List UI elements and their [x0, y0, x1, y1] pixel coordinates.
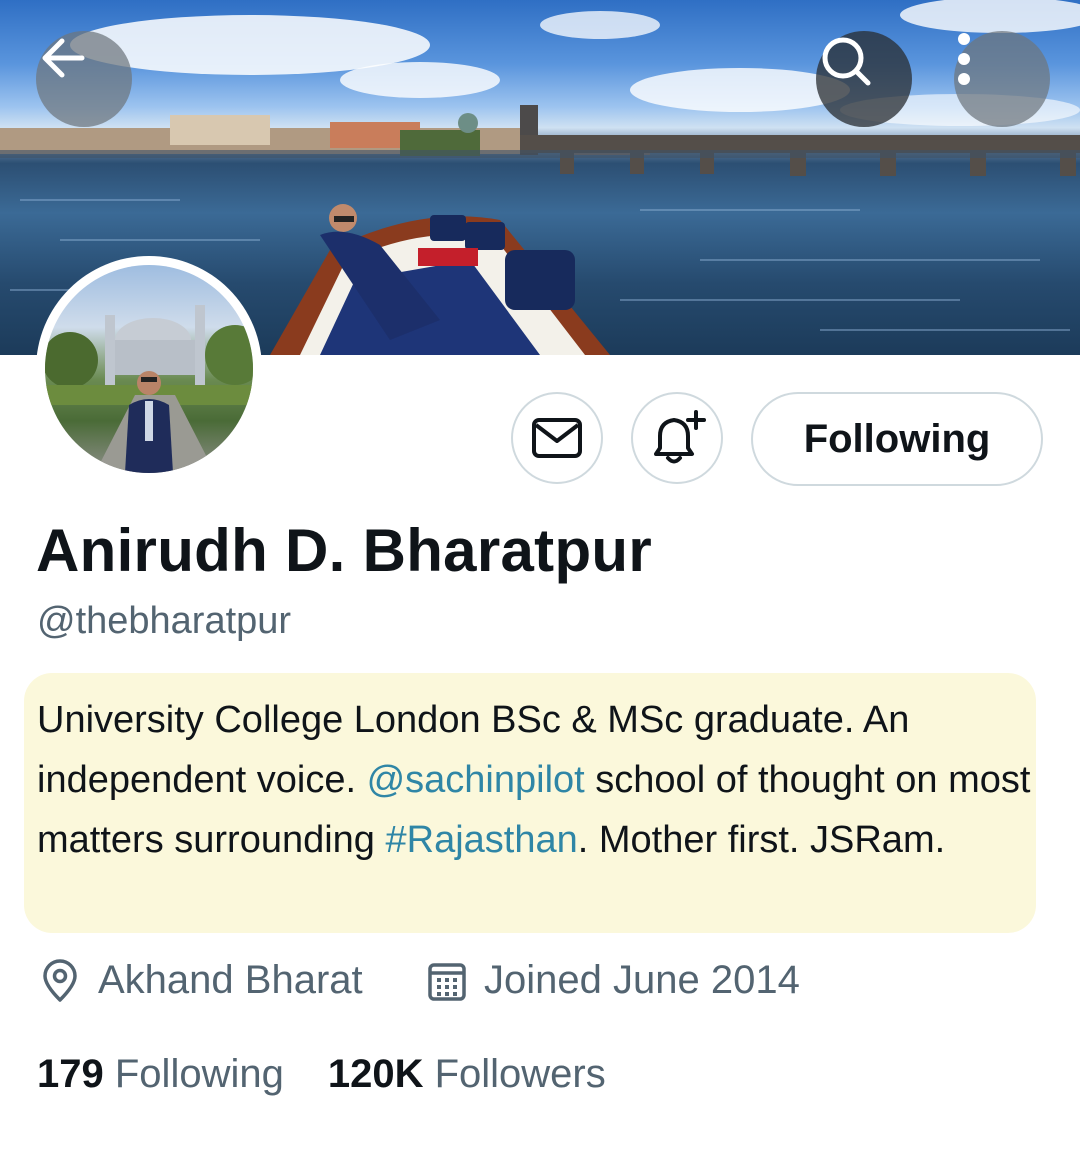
followers-count-link[interactable]: 120K Followers	[328, 1052, 606, 1097]
search-icon	[822, 37, 871, 86]
profile-stats: 179 Following 120K Followers	[37, 1052, 606, 1097]
followers-label: Followers	[434, 1052, 606, 1096]
arrow-left-icon	[42, 38, 85, 78]
following-count: 179	[37, 1052, 104, 1096]
notify-button[interactable]	[631, 392, 723, 484]
following-label: Following	[114, 1052, 284, 1096]
following-button[interactable]: Following	[751, 392, 1043, 486]
avatar-photo	[45, 265, 253, 473]
profile-bio: University College London BSc & MSc grad…	[37, 690, 1047, 870]
envelope-icon	[532, 418, 582, 458]
more-options-button[interactable]	[954, 31, 1050, 127]
profile-location: Akhand Bharat	[40, 958, 363, 1003]
following-count-link[interactable]: 179 Following	[37, 1052, 284, 1097]
profile-name: Anirudh D. Bharatpur	[36, 517, 652, 584]
bio-mention-link[interactable]: @sachinpilot	[367, 759, 585, 801]
joined-text: Joined June 2014	[484, 958, 800, 1002]
profile-joined-date: Joined June 2014	[428, 958, 800, 1003]
location-pin-icon	[43, 958, 77, 1002]
message-button[interactable]	[511, 392, 603, 484]
bell-plus-icon	[654, 410, 706, 464]
bio-text: . Mother first. JSRam.	[577, 819, 946, 861]
bio-hashtag-link[interactable]: #Rajasthan	[386, 819, 578, 861]
profile-handle: @thebharatpur	[37, 600, 292, 642]
profile-avatar[interactable]	[36, 256, 262, 482]
back-button[interactable]	[36, 31, 132, 127]
location-text: Akhand Bharat	[98, 958, 363, 1002]
followers-count: 120K	[327, 1052, 424, 1096]
more-vertical-icon	[958, 33, 970, 85]
search-button[interactable]	[816, 31, 912, 127]
calendar-icon	[428, 962, 466, 1001]
